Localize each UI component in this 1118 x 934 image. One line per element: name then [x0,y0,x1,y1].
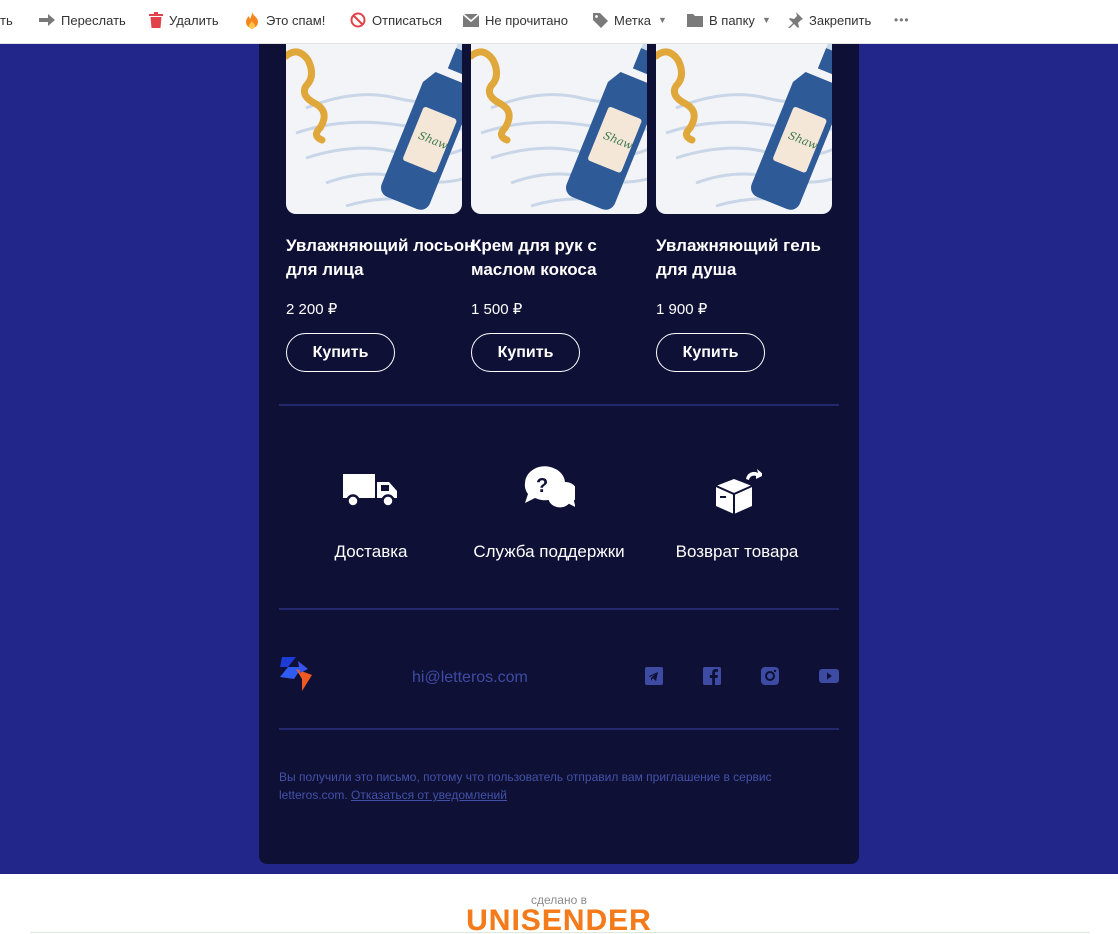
label-label: Метка [614,12,651,28]
instagram-icon[interactable] [761,667,781,687]
service-label: Доставка [334,542,408,561]
divider [279,728,839,730]
product-image[interactable]: Shaw [656,38,832,214]
reply-button[interactable]: ть [0,0,13,40]
unsubscribe-button[interactable]: Отписаться [350,0,442,40]
service-support[interactable]: ? Служба поддержки [459,460,639,562]
truck-icon [311,460,431,520]
delete-button[interactable]: Удалить [149,0,219,40]
footer-email-link[interactable]: hi@letteros.com [412,669,528,687]
buy-button[interactable]: Купить [471,333,580,372]
product-title: Увлажняющий лосьон для лица [286,236,475,279]
spam-button[interactable]: Это спам! [244,0,325,40]
label-button[interactable]: Метка ▼ [593,0,667,40]
unsubscribe-label: Отписаться [372,12,443,28]
envelope-icon [463,13,479,27]
forward-label: Переслать [61,12,126,28]
chat-question-icon: ? [459,460,639,520]
gel-bottle-image: Shaw [656,42,832,210]
move-to-folder-button[interactable]: В папку ▼ [687,0,771,40]
box-return-icon [667,460,807,520]
product-title: Крем для рук с маслом кокоса [471,236,597,279]
move-to-folder-label: В папку [709,12,755,28]
folder-icon [687,13,703,27]
divider [279,404,839,406]
fire-icon [246,11,258,29]
telegram-icon[interactable] [645,667,665,687]
product-image[interactable]: Shaw [286,38,462,214]
pin-label: Закрепить [809,12,872,28]
lotion-bottle-image: Shaw [286,42,462,210]
product-title: Увлажняющий гель для душа [656,236,821,279]
facebook-icon[interactable] [703,667,723,687]
footer-disclaimer: Вы получили это письмо, потому что польз… [279,768,799,804]
unsubscribe-link[interactable]: Отказаться от уведомлений [351,788,507,802]
svg-text:?: ? [536,475,548,497]
mail-toolbar: ть Переслать Удалить Это спам! Отписатьс… [0,0,1118,44]
divider [279,608,839,610]
product-price: 1 900 ₽ [656,301,708,318]
mark-unread-button[interactable]: Не прочитано [463,0,568,40]
reply-label: ть [0,12,13,28]
pin-icon [788,12,803,28]
youtube-icon[interactable] [819,667,839,687]
letteros-logo[interactable] [280,657,316,693]
email-body: Shaw Увлажняющий лосьон для лица 2 200 ₽… [259,0,859,864]
chevron-down-icon: ▼ [657,15,667,25]
spam-label: Это спам! [266,12,326,28]
tag-icon [593,12,608,28]
product-price: 1 500 ₽ [471,301,523,318]
trash-icon [149,12,163,28]
mark-unread-label: Не прочитано [485,12,568,28]
more-dots-icon: ••• [894,13,910,27]
product-image[interactable]: Shaw [471,38,647,214]
made-in-banner: сделано в UNISENDER [0,874,1118,934]
pin-button[interactable]: Закрепить [787,0,871,40]
buy-button[interactable]: Купить [286,333,395,372]
buy-button[interactable]: Купить [656,333,765,372]
chevron-down-icon: ▼ [761,15,771,25]
service-label: Служба поддержки [473,542,625,561]
forward-arrow-icon [39,14,55,26]
service-delivery[interactable]: Доставка [311,460,431,562]
cream-bottle-image: Shaw [471,42,647,210]
product-price: 2 200 ₽ [286,301,338,318]
service-label: Возврат товара [675,542,799,561]
service-returns[interactable]: Возврат товара [667,460,807,562]
more-button[interactable]: ••• [894,0,910,40]
block-icon [350,12,366,28]
divider [30,932,1090,933]
unisender-logo[interactable]: UNISENDER [0,904,1118,934]
delete-label: Удалить [169,12,219,28]
forward-button[interactable]: Переслать [39,0,126,40]
